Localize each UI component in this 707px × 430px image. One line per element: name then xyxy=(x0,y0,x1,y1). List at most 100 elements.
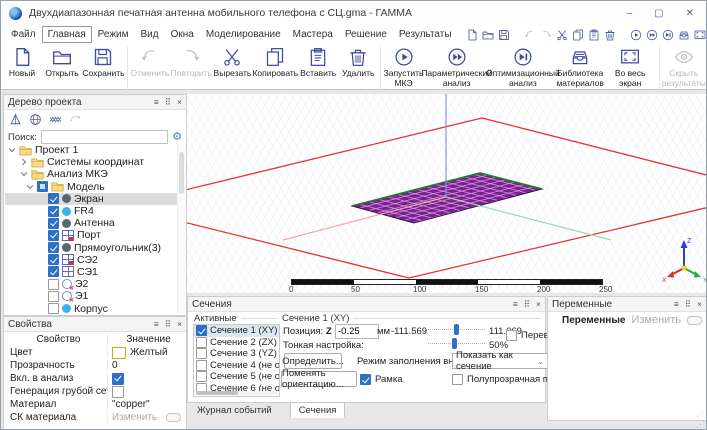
tree-scrollbar-thumb[interactable] xyxy=(179,152,184,194)
fine-tuning-slider[interactable] xyxy=(428,338,485,349)
chevron-down-icon[interactable] xyxy=(26,183,34,191)
tree-item-e2[interactable]: Э2 xyxy=(5,278,177,290)
fine-slider-thumb[interactable] xyxy=(452,338,457,349)
coarse-mesh-checkbox[interactable] xyxy=(112,386,124,398)
panel-menu-icon[interactable]: ≡ xyxy=(154,98,159,107)
include-checkbox[interactable] xyxy=(112,373,124,385)
qa-materials-icon[interactable] xyxy=(678,29,690,41)
panel-dock-icon[interactable]: ⠿ xyxy=(524,300,530,309)
qa-open-icon[interactable] xyxy=(482,29,494,41)
open-button[interactable]: Открыть xyxy=(42,46,82,78)
frame-checkbox-row[interactable]: Рамка xyxy=(360,374,402,385)
qa-copy-icon[interactable] xyxy=(572,29,584,41)
panel-dock-icon[interactable]: ⠿ xyxy=(685,300,691,309)
viewport-3d[interactable]: Z X Y 0 50 100 150 200 250 (мм) xyxy=(187,94,706,293)
fullscreen-button[interactable]: Во весь экран xyxy=(604,46,657,88)
qa-optimization-icon[interactable] xyxy=(662,29,674,41)
view-mesh-icon[interactable] xyxy=(49,113,62,126)
material-value[interactable]: "copper" xyxy=(112,399,150,410)
checkbox-unchecked[interactable] xyxy=(452,374,463,385)
section-list-item[interactable]: Сечение 5 (не опред xyxy=(194,371,279,383)
qa-run-fem-icon[interactable] xyxy=(630,29,642,41)
hide-results-button[interactable]: Скрыть результаты xyxy=(661,46,706,88)
tree-item-antenna[interactable]: Антенна xyxy=(5,217,177,229)
transparency-value[interactable]: 0 xyxy=(112,360,118,371)
qa-undo-icon[interactable] xyxy=(524,29,536,41)
tree-item-fem-analysis[interactable]: Анализ МКЭ xyxy=(5,168,177,180)
delete-button[interactable]: Удалить xyxy=(338,46,378,78)
define-button[interactable]: Определить... xyxy=(284,353,342,369)
qa-cut-icon[interactable] xyxy=(556,29,568,41)
checkbox-checked[interactable] xyxy=(48,218,59,229)
panel-menu-icon[interactable]: ≡ xyxy=(513,300,518,309)
position-input[interactable] xyxy=(335,324,379,339)
tristate-checkbox[interactable] xyxy=(37,181,48,192)
tree-item-fr4[interactable]: FR4 xyxy=(5,205,177,217)
panel-close-icon[interactable]: × xyxy=(177,98,182,107)
tree-scrollbar[interactable] xyxy=(177,144,185,314)
checkbox-checked[interactable] xyxy=(48,254,59,265)
checkbox-unchecked[interactable] xyxy=(196,337,207,348)
position-slider-thumb[interactable] xyxy=(454,324,459,335)
checkbox-checked[interactable] xyxy=(48,230,59,241)
tree-item-model[interactable]: Модель xyxy=(5,181,177,193)
menu-tab-view[interactable]: Вид xyxy=(135,26,165,43)
qa-fullscreen-icon[interactable] xyxy=(694,29,706,41)
menu-tab-wizards[interactable]: Мастера xyxy=(287,26,339,43)
material-library-button[interactable]: Библиотека материалов xyxy=(557,46,604,88)
position-slider[interactable] xyxy=(428,324,485,335)
tree-item-screen[interactable]: Экран xyxy=(5,193,177,205)
window-resize-grip[interactable]: ⋰ xyxy=(696,420,705,429)
menu-tab-file[interactable]: Файл xyxy=(5,26,42,43)
qa-save-icon[interactable] xyxy=(498,29,510,41)
parametric-analysis-button[interactable]: Параметрический анализ xyxy=(424,46,489,88)
checkbox-unchecked[interactable] xyxy=(196,360,207,371)
panel-menu-icon[interactable]: ≡ xyxy=(154,320,159,329)
tree-item-se2[interactable]: СЭ2 xyxy=(5,254,177,266)
optimization-analysis-button[interactable]: Оптимизационный анализ xyxy=(489,46,557,88)
menu-tab-modeling[interactable]: Моделирование xyxy=(200,26,287,43)
tab-event-log[interactable]: Журнал событий xyxy=(189,402,280,418)
tree-item-coord-systems[interactable]: Системы координат xyxy=(5,156,177,168)
undo-button[interactable]: Отменить xyxy=(130,46,170,78)
qa-parametric-icon[interactable] xyxy=(646,29,658,41)
search-input[interactable] xyxy=(41,130,168,144)
tree-item-body[interactable]: Корпус xyxy=(5,302,177,314)
maximize-button[interactable]: ▢ xyxy=(654,8,663,19)
orbit-rotate-icon[interactable] xyxy=(69,113,82,126)
section-list-item[interactable]: Сечение 3 (YZ) xyxy=(194,348,279,360)
panel-dock-icon[interactable]: ⠿ xyxy=(165,320,171,329)
qa-new-icon[interactable] xyxy=(466,29,478,41)
redo-button[interactable]: Повторить xyxy=(170,46,212,78)
sections-list-scrollbar[interactable] xyxy=(194,391,277,395)
chevron-down-icon[interactable] xyxy=(20,170,28,178)
tree-item-e1[interactable]: Э1 xyxy=(5,290,177,302)
minimize-button[interactable]: – xyxy=(627,8,633,19)
new-button[interactable]: Новый xyxy=(2,46,42,78)
checkbox-unchecked[interactable] xyxy=(196,348,207,359)
menu-tab-windows[interactable]: Окна xyxy=(165,26,200,43)
panel-menu-icon[interactable]: ≡ xyxy=(674,300,679,309)
checkbox-checked[interactable] xyxy=(48,206,59,217)
panel-close-icon[interactable]: × xyxy=(177,320,182,329)
tree-item-port[interactable]: Порт xyxy=(5,229,177,241)
qa-paste-icon[interactable] xyxy=(588,29,600,41)
view-wireframe-icon[interactable] xyxy=(29,113,42,126)
tab-sections[interactable]: Сечения xyxy=(290,402,346,418)
checkbox-checked[interactable] xyxy=(48,193,59,204)
panel-close-icon[interactable]: × xyxy=(697,300,702,309)
cs-expand-button[interactable] xyxy=(166,413,181,422)
qa-redo-icon[interactable] xyxy=(540,29,552,41)
chevron-down-icon[interactable] xyxy=(8,146,16,154)
checkbox-unchecked[interactable] xyxy=(196,371,207,382)
sections-list-scrollbar-thumb[interactable] xyxy=(196,391,238,395)
fill-mode-dropdown[interactable]: Показать как сечение ⌄ xyxy=(452,353,548,369)
cut-button[interactable]: Вырезать xyxy=(212,46,252,78)
panel-close-icon[interactable]: × xyxy=(536,300,541,309)
checkbox-checked[interactable] xyxy=(196,325,207,336)
tree-item-rectangle[interactable]: Прямоугольник(3) xyxy=(5,242,177,254)
save-button[interactable]: Сохранить xyxy=(82,46,125,78)
panel-resize-grip[interactable]: ⋰ xyxy=(696,411,704,419)
menu-tab-home[interactable]: Главная xyxy=(42,26,92,43)
run-fem-button[interactable]: Запустить МКЭ xyxy=(383,46,424,88)
